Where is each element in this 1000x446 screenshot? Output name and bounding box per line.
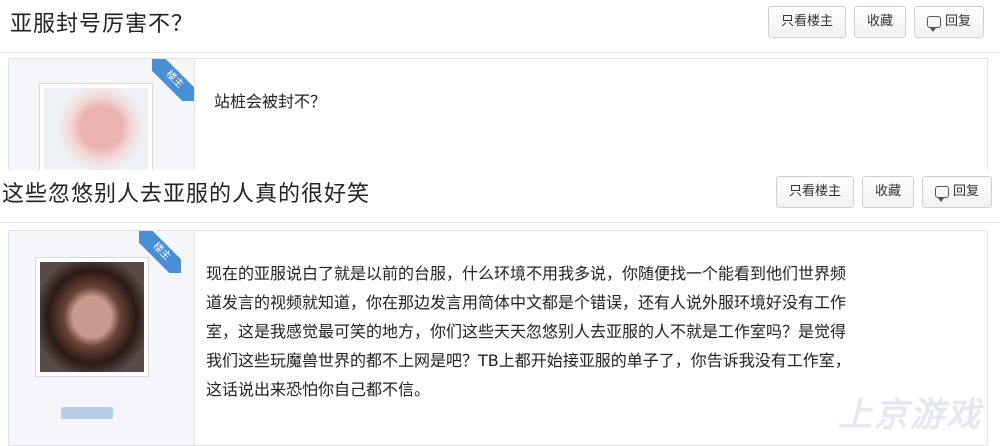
op-badge-label: 楼主 [139,231,181,273]
reply-icon [926,16,941,32]
username[interactable] [61,407,113,419]
post-1-content: 站桩会被封不？ [214,92,327,111]
thread-2-title: 这些忽悠别人去亚服的人真的很好笑 [2,182,371,207]
only-op-button[interactable]: 只看楼主 [775,176,854,208]
favorite-button[interactable]: 收藏 [861,176,914,208]
divider [0,52,1000,53]
thread-2-actions: 只看楼主 收藏 回复 [775,176,992,208]
thread-1-header: 亚服封号厉害不？ 只看楼主 收藏 回复 [0,0,1000,44]
op-badge-label: 楼主 [152,59,194,101]
reply-button-label: 回复 [944,14,971,29]
content-line: 室，这是我感觉最可笑的地方，你们这些天天忽悠别人去亚服的人不就是工作室吗？是觉得 [206,322,847,341]
reply-button[interactable]: 回复 [913,6,984,38]
avatar[interactable] [39,83,153,181]
reply-button[interactable]: 回复 [921,176,992,208]
post-2-content: 现在的亚服说白了就是以前的台服，什么环境不用我多说，你随便找一个能看到他们世界频… [206,259,976,404]
reply-icon [934,186,949,202]
only-op-button[interactable]: 只看楼主 [767,6,846,38]
watermark: 上京游戏 [838,395,982,435]
reply-button-label: 回复 [952,184,979,199]
avatar-image [40,262,144,372]
thread-2-header: 这些忽悠别人去亚服的人真的很好笑 只看楼主 收藏 回复 [0,170,1000,214]
op-badge: 楼主 [152,59,194,101]
thread-1-title: 亚服封号厉害不？ [10,12,195,37]
content-line: 道发言的视频就知道，你在那边发言用简体中文都是个错误，还有人说外服环境好没有工作 [206,293,847,312]
post-1: 楼主 站桩会被封不？ [8,58,988,181]
thread-1-actions: 只看楼主 收藏 回复 [767,6,984,38]
content-line: 我们这些玩魔兽世界的都不上网是吧？TB上都开始接亚服的单子了，你告诉我没有工作室… [206,351,851,370]
content-line: 现在的亚服说白了就是以前的台服，什么环境不用我多说，你随便找一个能看到他们世界频 [206,264,847,283]
divider [0,222,1000,223]
avatar[interactable] [35,257,149,377]
op-badge: 楼主 [139,231,181,273]
avatar-image [44,88,148,176]
favorite-button[interactable]: 收藏 [853,6,906,38]
